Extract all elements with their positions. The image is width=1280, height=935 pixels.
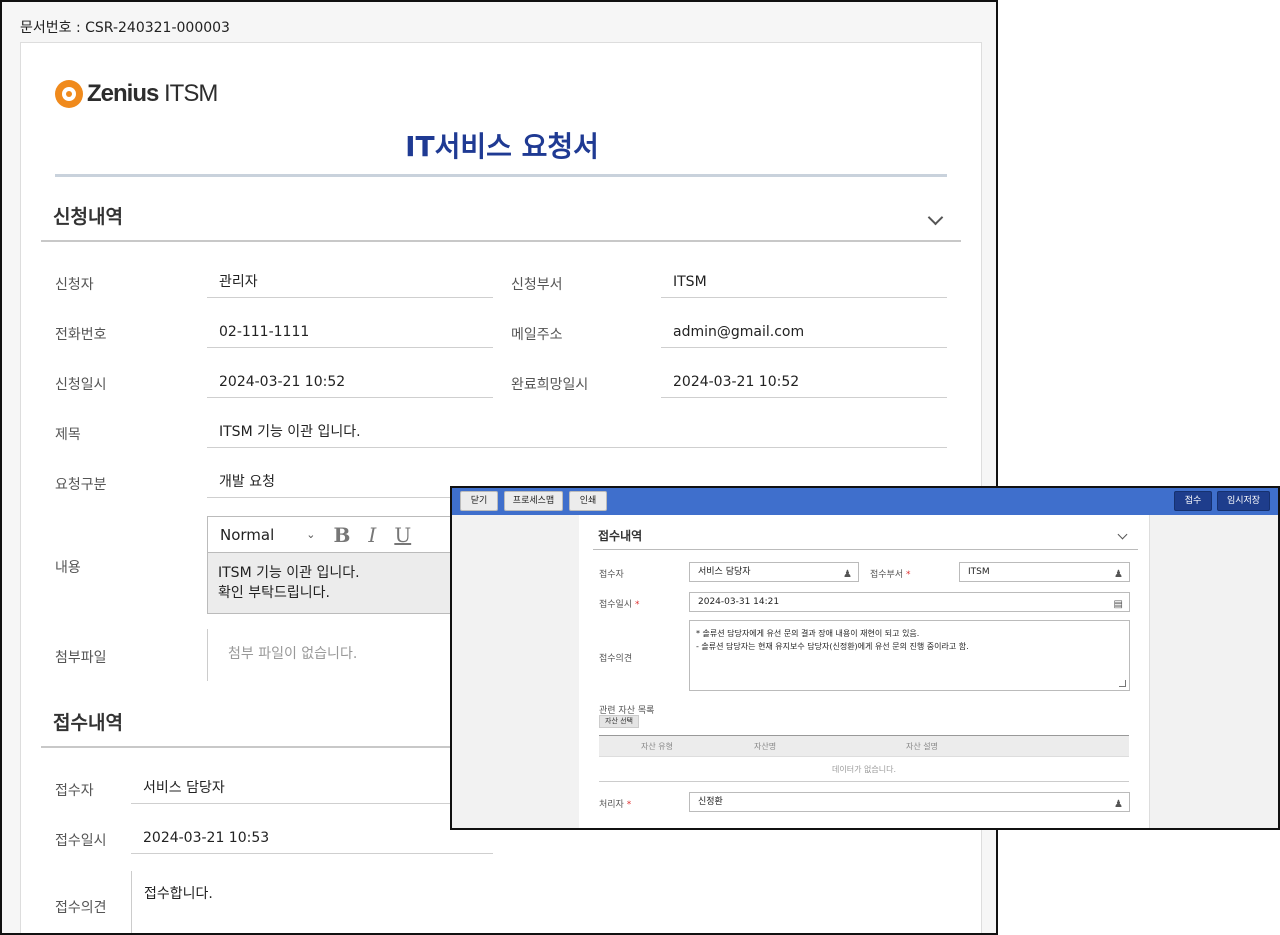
popup-handler-label: 처리자 *	[599, 800, 632, 810]
zenius-logo-icon	[55, 80, 83, 108]
receipt-date-label: 접수일시	[55, 833, 107, 849]
type-label: 요청구분	[55, 477, 107, 493]
chevron-down-icon[interactable]: ⌄	[306, 528, 315, 541]
popup-date-label: 접수일시 *	[599, 600, 640, 610]
chevron-down-icon[interactable]	[927, 209, 944, 226]
popup-opinion-label: 접수의견	[599, 654, 633, 664]
popup-receiver-label: 접수자	[599, 570, 624, 580]
phone-label: 전화번호	[55, 327, 107, 343]
popup-opinion-textarea[interactable]: * 솔류션 담당자에게 유선 문의 결과 장애 내용이 재현이 되고 있음. -…	[689, 620, 1130, 691]
popup-date-field[interactable]: 2024-03-31 14:21 ▤	[689, 592, 1130, 612]
content-label: 내용	[55, 560, 81, 576]
asset-grid-header: 자산 유형 자산명 자산 설명	[599, 735, 1129, 757]
logo-brand: Zenius	[87, 80, 159, 107]
subject-field: ITSM 기능 이관 입니다.	[207, 418, 947, 448]
popup-date-value: 2024-03-31 14:21	[698, 597, 780, 607]
user-search-icon[interactable]: ♟	[1114, 796, 1123, 814]
popup-receiver-value: 서비스 담당자	[698, 567, 751, 577]
request-date-label: 신청일시	[55, 377, 107, 393]
attach-field: 첨부 파일이 없습니다.	[207, 629, 357, 681]
requester-field: 관리자	[207, 268, 493, 298]
department-label: 신청부서	[511, 277, 563, 293]
close-button[interactable]: 닫기	[460, 491, 498, 511]
title-divider	[55, 174, 947, 177]
popup-toolbar: 닫기 프로세스맵 인쇄 접수 임시저장	[452, 488, 1278, 515]
receive-button[interactable]: 접수	[1174, 491, 1212, 511]
subject-label: 제목	[55, 427, 81, 443]
receiver-field: 서비스 담당자	[131, 774, 493, 804]
request-date-field: 2024-03-21 10:52	[207, 368, 493, 398]
chevron-down-icon[interactable]	[1117, 529, 1128, 540]
due-date-field: 2024-03-21 10:52	[661, 368, 947, 398]
opinion-field: 접수합니다.	[131, 871, 213, 933]
logo-product: ITSM	[164, 80, 218, 107]
receipt-section-header[interactable]: 접수내역	[593, 525, 1138, 550]
popup-dept-value: ITSM	[968, 567, 990, 577]
grid-col-asset-name[interactable]: 자산명	[754, 741, 776, 752]
opinion-label: 접수의견	[55, 900, 107, 916]
receipt-panel: 접수내역 접수자 서비스 담당자 ♟ 접수부서 * ITSM ♟ 접수일시 * …	[579, 515, 1149, 828]
calendar-icon[interactable]: ▤	[1114, 596, 1123, 614]
email-label: 메일주소	[511, 327, 563, 343]
grid-empty-message: 데이터가 없습니다.	[599, 757, 1129, 782]
popup-dept-field[interactable]: ITSM ♟	[959, 562, 1130, 582]
phone-field: 02-111-1111	[207, 318, 493, 348]
print-button[interactable]: 인쇄	[569, 491, 607, 511]
section-receipt-title: 접수내역	[53, 712, 123, 734]
popup-receiver-field[interactable]: 서비스 담당자 ♟	[689, 562, 859, 582]
email-field: admin@gmail.com	[661, 318, 947, 348]
page-title: IT서비스 요청서	[405, 130, 599, 163]
underline-icon[interactable]: U	[394, 523, 411, 547]
bold-icon[interactable]: B	[334, 523, 351, 547]
zenius-logo: Zenius ITSM	[55, 80, 218, 108]
attach-label: 첨부파일	[55, 650, 107, 666]
popup-right-area	[1149, 515, 1278, 828]
due-date-label: 완료희망일시	[511, 377, 589, 393]
resize-handle-icon[interactable]	[1119, 680, 1126, 687]
popup-dept-label: 접수부서 *	[870, 570, 911, 580]
opinion-line: - 솔류션 담당자는 현재 유지보수 담당자(신정환)에게 유선 문의 진행 중…	[696, 642, 969, 651]
receipt-date-field: 2024-03-21 10:53	[131, 824, 493, 854]
grid-col-asset-type[interactable]: 자산 유형	[641, 741, 673, 752]
grid-col-asset-desc[interactable]: 자산 설명	[906, 741, 938, 752]
user-search-icon[interactable]: ♟	[843, 566, 852, 584]
popup-handler-field[interactable]: 신정환 ♟	[689, 792, 1130, 812]
section-request-title: 신청내역	[53, 206, 123, 228]
asset-select-button[interactable]: 자산 선택	[599, 715, 639, 728]
temp-save-button[interactable]: 임시저장	[1217, 491, 1270, 511]
section-request-header[interactable]: 신청내역	[41, 200, 961, 242]
requester-label: 신청자	[55, 277, 94, 293]
opinion-line: * 솔류션 담당자에게 유선 문의 결과 장애 내용이 재현이 되고 있음.	[696, 629, 920, 638]
italic-icon[interactable]: I	[368, 523, 376, 547]
popup-handler-value: 신정환	[698, 797, 723, 807]
receipt-popup-window: 닫기 프로세스맵 인쇄 접수 임시저장 접수내역 접수자 서비스 담당자 ♟ 접…	[450, 486, 1280, 830]
department-field: ITSM	[661, 268, 947, 298]
format-select[interactable]: Normal	[220, 526, 274, 544]
process-map-button[interactable]: 프로세스맵	[504, 491, 563, 511]
group-search-icon[interactable]: ♟	[1114, 566, 1123, 584]
receiver-label: 접수자	[55, 783, 94, 799]
receipt-section-title: 접수내역	[598, 529, 643, 543]
doc-number: 문서번호 : CSR-240321-000003	[20, 20, 230, 36]
